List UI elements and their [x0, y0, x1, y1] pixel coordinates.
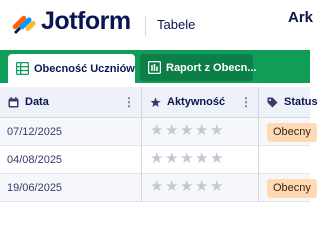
status-badge[interactable]: Obecny: [267, 179, 317, 198]
empty-star-icon[interactable]: ★: [210, 179, 223, 194]
empty-star-icon[interactable]: ★: [210, 151, 223, 166]
status-badge[interactable]: Obecny: [267, 123, 317, 142]
empty-star-icon[interactable]: ★: [195, 151, 208, 166]
table-header-row: Data ⋮ Aktywność ⋮ Status: [0, 87, 318, 118]
empty-star-icon[interactable]: ★: [165, 151, 178, 166]
empty-star-icon[interactable]: ★: [150, 179, 163, 194]
date-cell[interactable]: 04/08/2025: [7, 154, 62, 166]
column-header-label: Aktywność: [167, 96, 226, 108]
empty-star-icon[interactable]: ★: [195, 179, 208, 194]
tab-raport[interactable]: Raport z Obecn...: [140, 54, 257, 81]
column-header-status[interactable]: Status: [259, 87, 319, 117]
table-row[interactable]: 07/12/2025 ★ ★ ★ ★ ★ Obecny: [0, 118, 317, 146]
table-row[interactable]: 19/06/2025 ★ ★ ★ ★ ★ Obecny: [0, 174, 317, 202]
table-row[interactable]: 04/08/2025 ★ ★ ★ ★ ★: [0, 146, 310, 174]
tab-label: Raport z Obecn...: [166, 61, 257, 74]
table-grid-icon: [16, 62, 29, 75]
product-name: Tabele: [157, 17, 196, 32]
empty-star-icon[interactable]: ★: [180, 151, 193, 166]
rating-cell[interactable]: ★ ★ ★ ★ ★: [150, 151, 225, 166]
date-cell[interactable]: 19/06/2025: [7, 182, 62, 194]
empty-star-icon[interactable]: ★: [165, 179, 178, 194]
column-header-aktywnosc[interactable]: Aktywność ⋮: [142, 87, 258, 117]
rating-cell[interactable]: ★ ★ ★ ★ ★: [150, 179, 225, 194]
date-cell[interactable]: 07/12/2025: [7, 126, 62, 138]
empty-star-icon[interactable]: ★: [195, 123, 208, 138]
column-header-label: Data: [25, 96, 49, 108]
calendar-icon: [8, 96, 19, 107]
empty-star-icon[interactable]: ★: [150, 151, 163, 166]
tab-bar: Obecność Uczniów ⋮ Raport z Obecn...: [0, 50, 310, 83]
tab-obecnosc-uczniow[interactable]: Obecność Uczniów ⋮: [8, 54, 150, 83]
column-header-label: Status: [284, 96, 318, 108]
column-divider: [258, 118, 259, 202]
brand-name: Jotform: [41, 7, 131, 35]
jotform-logo-icon: [12, 15, 36, 34]
column-menu-icon[interactable]: ⋮: [240, 95, 252, 109]
tab-label: Obecność Uczniów: [34, 62, 135, 75]
report-icon: [148, 61, 161, 74]
empty-star-icon[interactable]: ★: [150, 123, 163, 138]
column-divider: [141, 118, 142, 202]
header-divider: [145, 16, 146, 36]
empty-star-icon[interactable]: ★: [165, 123, 178, 138]
app-header: Jotform Tabele Ark: [0, 0, 314, 50]
empty-star-icon[interactable]: ★: [210, 123, 223, 138]
rating-cell[interactable]: ★ ★ ★ ★ ★: [150, 123, 225, 138]
star-icon: [150, 97, 161, 107]
empty-star-icon[interactable]: ★: [180, 123, 193, 138]
table-title: Ark: [288, 9, 314, 26]
empty-star-icon[interactable]: ★: [180, 179, 193, 194]
column-menu-icon[interactable]: ⋮: [123, 95, 135, 109]
column-header-data[interactable]: Data ⋮: [0, 87, 141, 117]
tag-icon: [267, 97, 278, 107]
